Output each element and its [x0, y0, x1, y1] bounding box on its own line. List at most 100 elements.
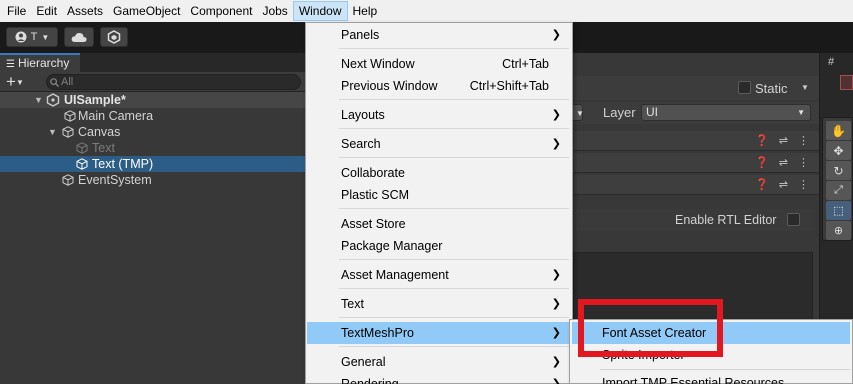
- transform-tool[interactable]: ⊕: [826, 221, 851, 240]
- menu-item-general[interactable]: General ❯: [307, 351, 571, 373]
- menu-item-shortcut: Ctrl+Shift+Tab: [469, 79, 549, 93]
- unity-scene-icon: [46, 93, 60, 107]
- component-header[interactable]: ❓ ⇌ ⋮: [574, 131, 819, 151]
- tab-hierarchy[interactable]: ☰ Hierarchy: [0, 53, 80, 72]
- menu-item-asset-management[interactable]: Asset Management ❯: [307, 264, 571, 286]
- rect-tool[interactable]: ⬚: [826, 201, 851, 220]
- menu-item-label: Previous Window: [341, 79, 438, 93]
- component-icons: ❓ ⇌ ⋮: [755, 134, 809, 147]
- menu-item-asset-store[interactable]: Asset Store: [307, 213, 571, 235]
- rotate-tool[interactable]: ↻: [826, 161, 851, 180]
- rect-icon: ⬚: [833, 205, 844, 217]
- move-tool[interactable]: ✥: [826, 141, 851, 160]
- account-button[interactable]: T ▼: [6, 27, 58, 47]
- menu-item-text[interactable]: Text ❯: [307, 293, 571, 315]
- chevron-down-icon: ▼: [15, 78, 24, 88]
- window-menu: Panels ❯ Next Window Ctrl+Tab Previous Win…: [305, 22, 573, 384]
- menu-item-label: Collaborate: [341, 166, 405, 180]
- component-header[interactable]: ❓ ⇌ ⋮: [574, 153, 819, 173]
- search-placeholder: All: [61, 76, 74, 88]
- help-icon[interactable]: ❓: [755, 178, 769, 191]
- highlight-annotation-box: [578, 299, 723, 357]
- menu-item-search[interactable]: Search ❯: [307, 133, 571, 155]
- add-button[interactable]: +▼: [6, 72, 24, 92]
- collab-icon: [107, 30, 121, 44]
- menu-assets[interactable]: Assets: [62, 1, 108, 21]
- menu-item-label: Asset Store: [341, 217, 406, 231]
- chevron-down-icon[interactable]: ▼: [801, 83, 809, 92]
- menu-item-textmeshpro[interactable]: TextMeshPro ❯: [307, 322, 571, 344]
- menu-item-label: Asset Management: [341, 268, 449, 282]
- list-item[interactable]: Text: [0, 140, 305, 156]
- menu-item-collaborate[interactable]: Collaborate: [307, 162, 571, 184]
- menu-item-plastic-scm[interactable]: Plastic SCM: [307, 184, 571, 206]
- gameobject-cube-icon: [64, 110, 76, 122]
- scene-tab-icon[interactable]: #: [828, 56, 834, 68]
- chevron-right-icon: ❯: [551, 378, 561, 384]
- menu-window[interactable]: Window: [292, 1, 348, 21]
- expand-arrow-icon[interactable]: ▼: [34, 92, 43, 108]
- rtl-checkbox[interactable]: [787, 213, 800, 226]
- menu-item-previous-window[interactable]: Previous Window Ctrl+Shift+Tab: [307, 75, 571, 97]
- hand-tool[interactable]: ✋: [826, 121, 851, 140]
- list-item-label: Text (TMP): [92, 157, 154, 171]
- layer-dropdown[interactable]: UI ▼: [641, 104, 811, 121]
- gameobject-cube-icon: [62, 126, 74, 138]
- collab-button[interactable]: [100, 27, 128, 47]
- menu-item-import-tmp-essential-resources[interactable]: Import TMP Essential Resources: [572, 372, 850, 384]
- menu-item-panels[interactable]: Panels ❯: [307, 24, 571, 46]
- static-checkbox[interactable]: [738, 81, 751, 94]
- scale-tool[interactable]: ⤢: [826, 181, 851, 200]
- more-options-icon[interactable]: ⋮: [798, 178, 809, 191]
- more-options-icon[interactable]: ⋮: [798, 156, 809, 169]
- menu-item-shortcut: Ctrl+Tab: [502, 57, 549, 71]
- list-item[interactable]: Text (TMP): [0, 156, 305, 172]
- menu-item-label: Text: [341, 297, 364, 311]
- expand-arrow-icon[interactable]: ▼: [48, 124, 57, 140]
- gameobject-cube-icon: [76, 158, 88, 170]
- layer-value: UI: [646, 105, 658, 119]
- menu-edit[interactable]: Edit: [31, 1, 62, 21]
- chevron-down-icon: ▼: [41, 32, 50, 42]
- menu-jobs[interactable]: Jobs: [257, 1, 292, 21]
- hand-icon: ✋: [831, 123, 846, 138]
- hierarchy-search-input[interactable]: All: [46, 74, 301, 90]
- list-item[interactable]: EventSystem: [0, 172, 305, 188]
- menu-component[interactable]: Component: [185, 1, 257, 21]
- scene-row[interactable]: ▼ UISample*: [0, 92, 305, 108]
- menu-item-label: Search: [341, 137, 381, 151]
- list-icon: ☰: [6, 59, 15, 70]
- menu-item-rendering[interactable]: Rendering ❯: [307, 373, 571, 384]
- layer-row: ▼ Layer UI ▼: [571, 102, 819, 124]
- inspector-header: Static ▼: [573, 76, 819, 100]
- menu-item-label: Layouts: [341, 108, 385, 122]
- more-options-icon[interactable]: ⋮: [798, 134, 809, 147]
- chevron-right-icon: ❯: [551, 138, 561, 150]
- menu-separator: [339, 346, 569, 347]
- chevron-down-icon: ▼: [576, 109, 584, 118]
- preset-icon[interactable]: ⇌: [779, 178, 788, 191]
- list-item-label: EventSystem: [78, 173, 152, 187]
- cloud-button[interactable]: [64, 27, 94, 47]
- list-item[interactable]: Main Camera: [0, 108, 305, 124]
- preset-icon[interactable]: ⇌: [779, 156, 788, 169]
- list-item[interactable]: ▼ Canvas: [0, 124, 305, 140]
- menu-item-next-window[interactable]: Next Window Ctrl+Tab: [307, 53, 571, 75]
- menu-file[interactable]: File: [2, 1, 31, 21]
- help-icon[interactable]: ❓: [755, 156, 769, 169]
- help-icon[interactable]: ❓: [755, 134, 769, 147]
- component-header[interactable]: ❓ ⇌ ⋮: [574, 175, 819, 195]
- menu-separator: [339, 259, 569, 260]
- rtl-label: Enable RTL Editor: [675, 213, 777, 227]
- scene-name: UISample*: [64, 93, 126, 107]
- menu-item-layouts[interactable]: Layouts ❯: [307, 104, 571, 126]
- menu-item-package-manager[interactable]: Package Manager: [307, 235, 571, 257]
- account-icon: [15, 31, 27, 43]
- menu-separator: [339, 317, 569, 318]
- transform-icon: ⊕: [833, 225, 844, 237]
- gizmo-icon[interactable]: [840, 75, 853, 90]
- menu-gameobject[interactable]: GameObject: [108, 1, 185, 21]
- account-label: T: [30, 31, 38, 43]
- menu-help[interactable]: Help: [348, 1, 383, 21]
- preset-icon[interactable]: ⇌: [779, 134, 788, 147]
